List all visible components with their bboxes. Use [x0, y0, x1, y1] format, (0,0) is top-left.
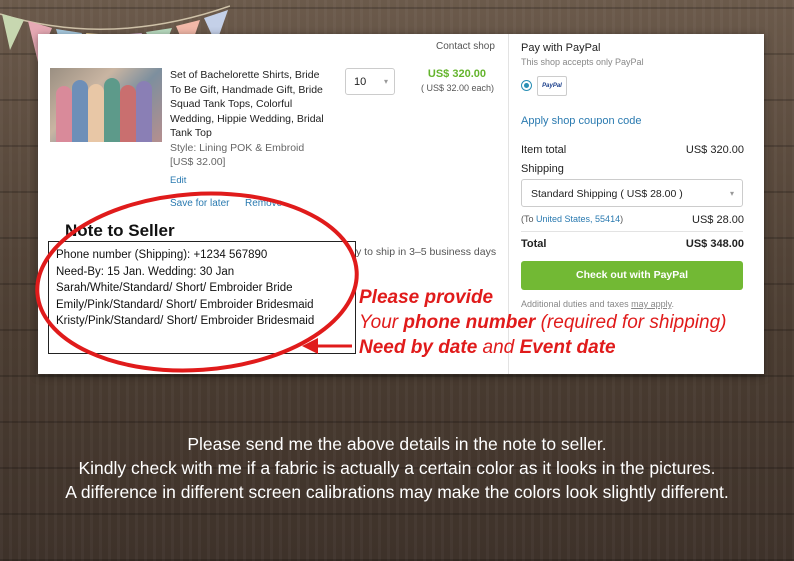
- line-price: US$ 320.00: [427, 68, 486, 80]
- note-line: Kristy/Pink/Standard/ Short/ Embroider B…: [56, 315, 315, 327]
- note-line: Sarah/White/Standard/ Short/ Embroider B…: [56, 282, 293, 294]
- annotation-text: (required for shipping): [535, 312, 727, 333]
- product-thumbnail[interactable]: [50, 68, 162, 142]
- product-title-line: To Be Gift, Handmade Gift, Bride: [170, 83, 323, 96]
- ship-to-suffix: ): [620, 214, 624, 224]
- shipping-value: US$ 28.00: [692, 214, 744, 226]
- annotation-line-1: Please provide: [359, 287, 494, 308]
- divider: [521, 231, 743, 232]
- annotation-emphasis: phone number: [403, 312, 536, 333]
- duties-prefix: Additional duties and taxes: [521, 299, 632, 309]
- remove-link[interactable]: Remove: [245, 198, 282, 209]
- product-title-line: Squad Tank Tops, Colorful: [170, 98, 293, 110]
- annotation-line-3: Need by date and Event date: [359, 337, 616, 359]
- item-total-label: Item total: [521, 144, 567, 156]
- caption-text: Please send me the above details in the …: [0, 432, 794, 504]
- apply-coupon-link[interactable]: Apply shop coupon code: [521, 115, 641, 127]
- payment-title: Pay with PayPal: [521, 42, 601, 54]
- product-title-line: Tank Top: [170, 127, 212, 139]
- checkout-paypal-button[interactable]: Check out with PayPal: [521, 261, 743, 290]
- contact-shop-link[interactable]: Contact shop: [436, 41, 495, 52]
- quantity-value: 10: [354, 76, 367, 88]
- note-line: Emily/Pink/Standard/ Short/ Embroider Br…: [56, 298, 314, 311]
- annotation-emphasis: Need by date: [359, 337, 478, 358]
- note-to-seller-title: Note to Seller: [65, 221, 175, 240]
- caption-line: A difference in different screen calibra…: [65, 482, 729, 502]
- price-each: ( US$ 32.00 each): [420, 83, 494, 93]
- item-total-value: US$ 320.00: [685, 144, 744, 156]
- duties-note: Additional duties and taxes may apply.: [521, 299, 674, 309]
- ship-to-prefix: (To: [521, 214, 537, 224]
- product-style: Style: Lining POK & Embroid [US$ 32.00]: [170, 142, 304, 169]
- chevron-down-icon: ▾: [729, 189, 734, 198]
- shipping-select[interactable]: Standard Shipping ( US$ 28.00 ) ▾: [521, 179, 743, 207]
- annotation-text: Your: [359, 312, 404, 333]
- product-title[interactable]: Set of Bachelorette Shirts, Bride To Be …: [170, 68, 332, 141]
- unit-price: [US$ 32.00]: [170, 155, 226, 168]
- edit-link[interactable]: Edit: [170, 175, 186, 186]
- total-value: US$ 348.00: [685, 238, 744, 250]
- ship-to-line: (To United States, 55414): [521, 214, 623, 224]
- paypal-radio[interactable]: [521, 80, 532, 91]
- annotation-line-2: Your phone number (required for shipping…: [359, 312, 726, 334]
- caption-line: Please send me the above details in the …: [187, 434, 607, 454]
- style-text: Style: Lining POK & Embroid: [170, 142, 305, 154]
- paypal-logo: PayPal: [537, 76, 567, 96]
- save-for-later-link[interactable]: Save for later: [170, 198, 229, 209]
- note-line: Need-By: 15 Jan. Wedding: 30 Jan: [56, 265, 235, 278]
- shipping-time: y to ship in 3–5 business days: [356, 246, 497, 258]
- payment-subtitle: This shop accepts only PayPal: [521, 57, 644, 67]
- total-label: Total: [521, 238, 547, 250]
- product-title-line: Set of Bachelorette Shirts, Bride: [170, 69, 320, 81]
- duties-suffix: .: [671, 299, 674, 309]
- shipping-label: Shipping: [521, 163, 564, 175]
- caption-line: Kindly check with me if a fabric is actu…: [78, 458, 716, 478]
- ship-to-location-link[interactable]: United States, 55414: [536, 214, 620, 224]
- duties-link[interactable]: may apply: [631, 299, 671, 309]
- note-line: Phone number (Shipping): +1234 567890: [56, 249, 268, 261]
- product-title-line: Wedding, Hippie Wedding, Bridal: [170, 112, 324, 125]
- quantity-select[interactable]: 10 ▾: [345, 68, 395, 95]
- note-to-seller-text: Phone number (Shipping): +1234 567890 Ne…: [56, 247, 356, 330]
- annotation-text: and: [477, 337, 520, 358]
- chevron-updown-icon: ▾: [383, 77, 388, 86]
- shipping-option: Standard Shipping ( US$ 28.00 ): [531, 188, 683, 200]
- annotation-emphasis: Event date: [519, 337, 616, 358]
